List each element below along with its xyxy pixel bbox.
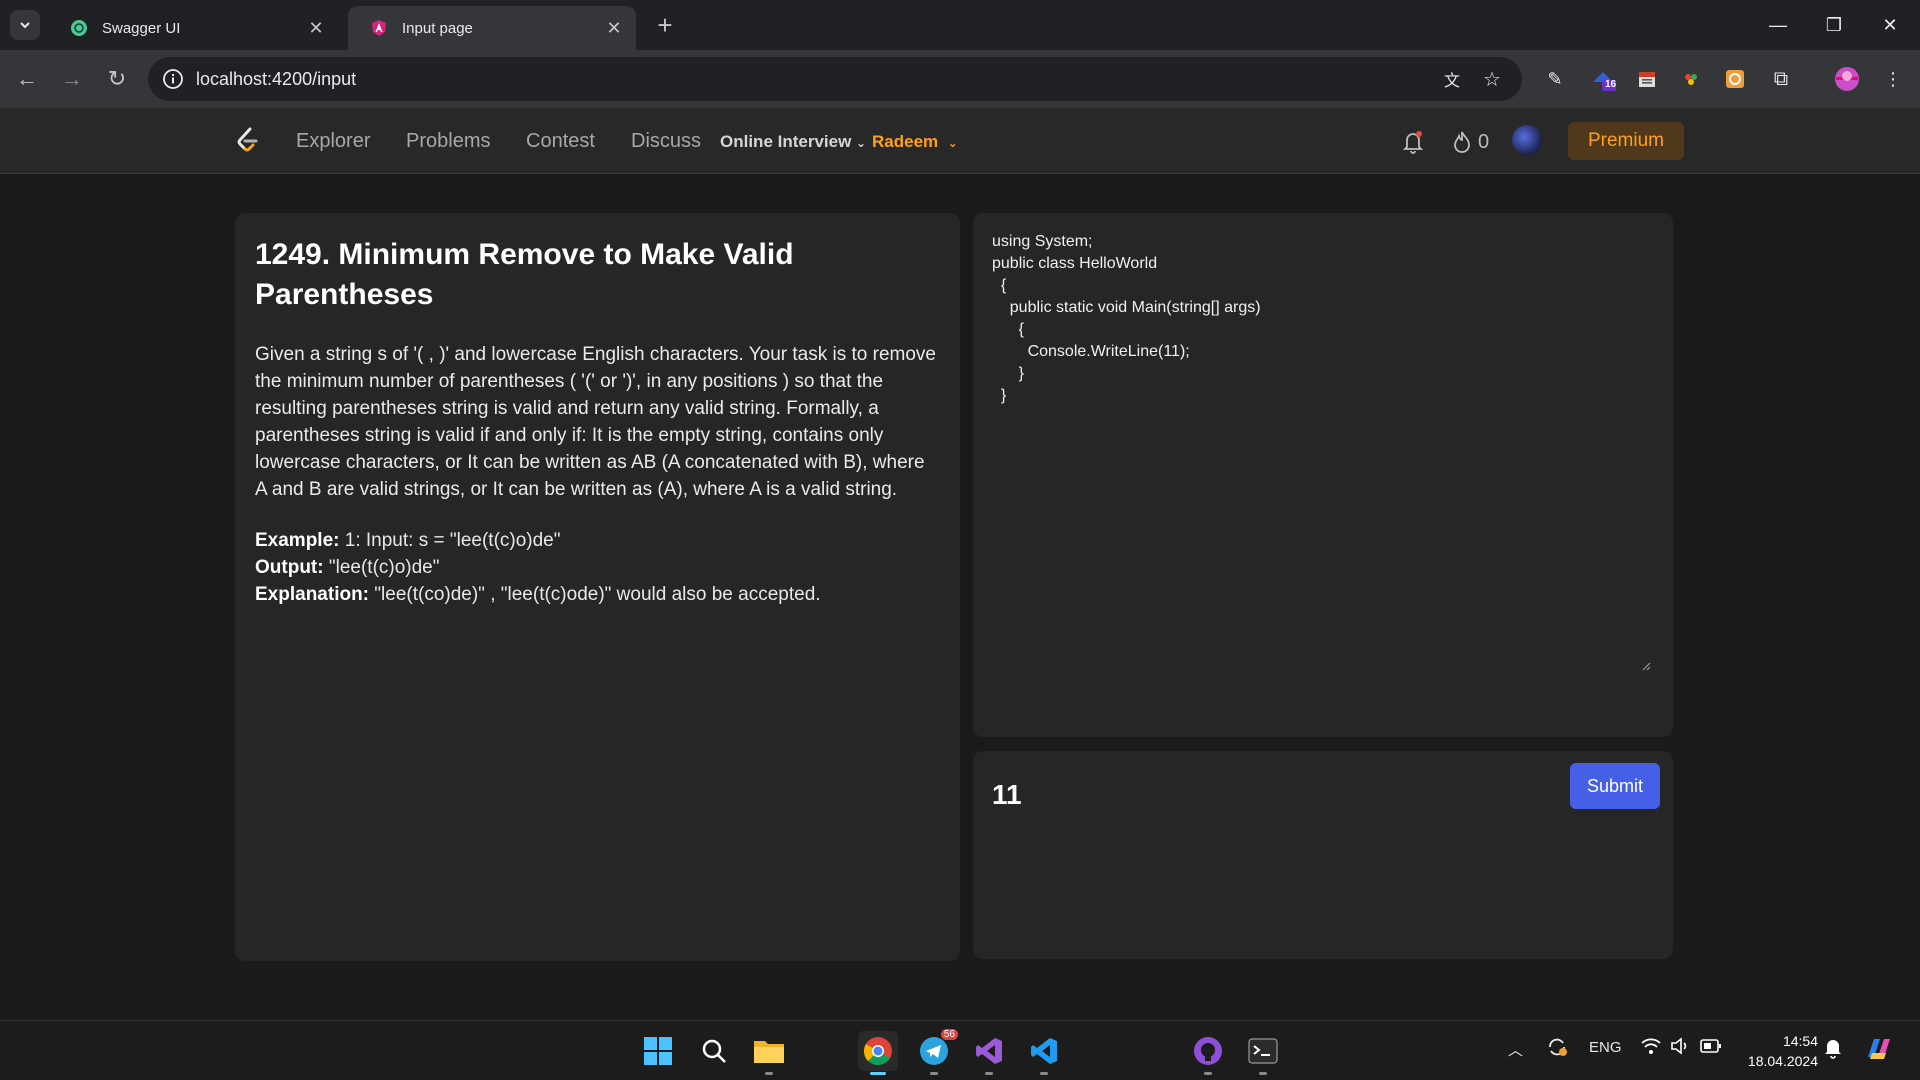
chevron-down-icon: ⌄ (856, 136, 867, 150)
orange-extension-icon[interactable] (1722, 66, 1748, 92)
vscode-icon[interactable] (1024, 1031, 1064, 1075)
profile-avatar[interactable] (1834, 66, 1860, 92)
nav-online-interview-label: Online Interview (720, 132, 852, 151)
chevron-up-icon[interactable]: ︿ (1508, 1039, 1523, 1060)
system-clock[interactable]: 14:54 18.04.2024 (1742, 1031, 1818, 1071)
resize-handle-icon[interactable] (1641, 661, 1651, 671)
problem-title: 1249. Minimum Remove to Make Valid Paren… (255, 238, 794, 311)
restore-button[interactable]: ❐ (1806, 0, 1862, 50)
user-avatar[interactable] (1512, 125, 1542, 155)
url-text[interactable]: localhost:4200/input (196, 69, 356, 90)
problem-description: Given a string s of '( , )' and lowercas… (255, 344, 937, 500)
tab-title: Input page (402, 19, 473, 37)
reload-button[interactable]: ↻ (100, 62, 134, 96)
submit-button[interactable]: Submit (1570, 763, 1660, 809)
colorful-extension-icon[interactable] (1678, 66, 1704, 92)
nav-user-dropdown[interactable]: Radeem ⌄ (872, 132, 958, 152)
site-info-icon[interactable] (162, 68, 184, 90)
visual-studio-icon[interactable] (969, 1031, 1009, 1075)
nav-online-interview-dropdown[interactable]: Online Interview ⌄ (720, 132, 866, 152)
output-panel: 11 Submit (973, 751, 1673, 959)
search-icon[interactable] (694, 1031, 734, 1071)
calendar-extension-icon[interactable] (1634, 66, 1660, 92)
clock-time: 14:54 (1782, 1033, 1818, 1049)
bookmark-star-icon[interactable]: ☆ (1480, 67, 1504, 91)
battery-icon[interactable] (1700, 1037, 1722, 1059)
browser-tab-strip: Swagger UI ✕ Input page ✕ + — ❐ ✕ (0, 0, 1920, 50)
puzzle-extensions-icon[interactable]: ⧉ (1768, 66, 1794, 92)
explanation-line: Explanation: "lee(t(co)de)" , "lee(t(c)o… (255, 581, 940, 608)
chevron-down-icon: ⌄ (947, 136, 958, 150)
extension-badge-icon[interactable]: 16 (1590, 66, 1616, 92)
terminal-icon[interactable] (1243, 1031, 1283, 1075)
eyedropper-icon[interactable]: ✎ (1542, 66, 1568, 92)
example-line: Example: 1: Input: s = "lee(t(c)o)de" (255, 527, 940, 554)
telegram-icon[interactable]: 56 (914, 1029, 958, 1075)
tab-title: Swagger UI (102, 19, 181, 37)
streak-count: 0 (1478, 130, 1490, 153)
github-desktop-icon[interactable] (1188, 1031, 1228, 1075)
forward-button[interactable]: → (55, 62, 89, 96)
close-icon[interactable]: ✕ (604, 18, 624, 39)
close-icon[interactable]: ✕ (306, 18, 326, 39)
site-navbar: Explorer Problems Contest Discuss Online… (0, 108, 1920, 174)
angular-icon (372, 20, 386, 36)
example-label: Example: (255, 530, 340, 551)
language-indicator[interactable]: ENG (1589, 1039, 1622, 1056)
tab-swagger-ui[interactable]: Swagger UI ✕ (48, 6, 338, 50)
nav-user-label: Radeem (872, 132, 939, 151)
tab-search-button[interactable] (10, 10, 40, 40)
problem-description-panel: 1249. Minimum Remove to Make Valid Paren… (235, 213, 960, 961)
notification-bell-icon[interactable] (1824, 1037, 1842, 1063)
output-value: 11 (992, 779, 1022, 810)
back-button[interactable]: ← (10, 62, 44, 96)
browser-toolbar: ← → ↻ localhost:4200/input 文 ☆ ✎ 16 ⧉ ⋮ (0, 50, 1920, 108)
clock-date: 18.04.2024 (1747, 1053, 1818, 1069)
chevron-down-icon (20, 22, 30, 29)
example-text: 1: Input: s = "lee(t(c)o)de" (339, 530, 561, 551)
telegram-badge: 56 (940, 1029, 958, 1040)
extension-count: 16 (1605, 79, 1617, 90)
explanation-text: "lee(t(co)de)" , "lee(t(c)ode)" would al… (369, 584, 821, 605)
code-editor-textarea[interactable]: using System; public class HelloWorld { … (992, 231, 1654, 407)
close-window-button[interactable]: ✕ (1862, 0, 1918, 50)
copilot-icon[interactable] (1864, 1033, 1894, 1067)
notifications-bell-icon[interactable] (1402, 128, 1424, 156)
more-menu-icon[interactable]: ⋮ (1880, 66, 1906, 92)
chrome-icon[interactable] (858, 1031, 898, 1075)
nav-explorer[interactable]: Explorer (296, 130, 370, 153)
wifi-icon[interactable] (1640, 1036, 1662, 1060)
windows-start-icon[interactable] (638, 1031, 678, 1071)
flame-icon (1454, 131, 1470, 153)
problem-example: Example: 1: Input: s = "lee(t(c)o)de" Ou… (255, 527, 940, 608)
explanation-label: Explanation: (255, 584, 370, 605)
file-explorer-icon[interactable] (749, 1031, 789, 1075)
output-text: "lee(t(c)o)de" (323, 557, 440, 578)
sync-icon[interactable] (1546, 1036, 1568, 1062)
swagger-icon (71, 20, 87, 36)
tab-input-page[interactable]: Input page ✕ (348, 6, 636, 50)
nav-discuss[interactable]: Discuss (631, 130, 701, 153)
premium-button[interactable]: Premium (1568, 122, 1684, 160)
translate-icon[interactable]: 文 (1440, 67, 1464, 91)
nav-problems[interactable]: Problems (406, 130, 490, 153)
minimize-button[interactable]: — (1750, 0, 1806, 50)
output-label: Output: (255, 557, 324, 578)
new-tab-button[interactable]: + (650, 10, 680, 40)
output-line: Output: "lee(t(c)o)de" (255, 554, 940, 581)
volume-icon[interactable] (1670, 1036, 1690, 1060)
windows-taskbar: 56 ︿ ENG 14:54 18.04.2024 (0, 1020, 1920, 1080)
address-bar[interactable]: localhost:4200/input 文 ☆ (148, 57, 1522, 101)
nav-contest[interactable]: Contest (526, 130, 595, 153)
leetcode-logo-icon[interactable] (232, 126, 262, 156)
code-editor-panel: using System; public class HelloWorld { … (973, 213, 1673, 737)
streak-counter[interactable]: 0 (1452, 128, 1489, 156)
